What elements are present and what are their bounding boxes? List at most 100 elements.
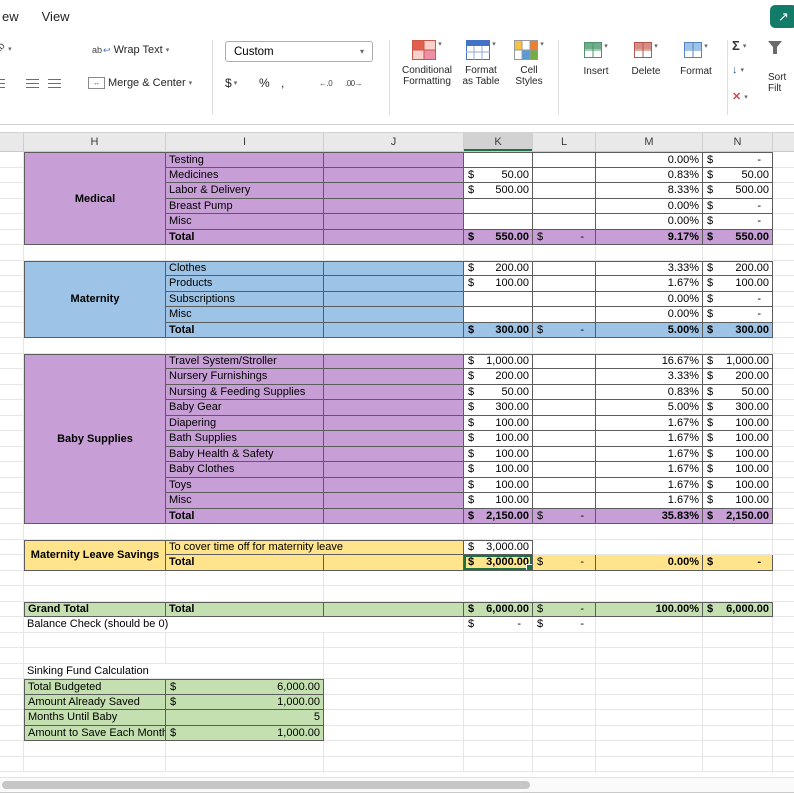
section-header[interactable]: Baby Supplies xyxy=(24,353,166,524)
cell[interactable]: $ - xyxy=(533,322,596,338)
cell[interactable]: Travel System/Stroller xyxy=(166,353,324,369)
cell[interactable] xyxy=(166,570,324,586)
cell[interactable] xyxy=(773,307,794,323)
cell[interactable]: $ - xyxy=(703,307,773,323)
cell[interactable] xyxy=(703,741,773,757)
cell[interactable] xyxy=(0,524,24,540)
cell[interactable] xyxy=(324,446,464,462)
cell[interactable] xyxy=(773,586,794,602)
cell[interactable] xyxy=(324,353,464,369)
cell[interactable] xyxy=(0,167,24,183)
cell[interactable]: Diapering xyxy=(166,415,324,431)
cell[interactable] xyxy=(533,570,596,586)
cell[interactable] xyxy=(324,384,464,400)
cell[interactable]: Baby Clothes xyxy=(166,462,324,478)
column-header-partial[interactable] xyxy=(0,133,24,151)
cell[interactable] xyxy=(533,260,596,276)
cell[interactable] xyxy=(773,291,794,307)
cell[interactable]: Total xyxy=(166,508,324,524)
cell[interactable] xyxy=(773,400,794,416)
cell[interactable]: 1.67% xyxy=(596,276,703,292)
cell[interactable]: $300.00 xyxy=(703,322,773,338)
cell[interactable] xyxy=(773,384,794,400)
cell[interactable] xyxy=(0,446,24,462)
cell[interactable] xyxy=(0,198,24,214)
cell[interactable]: $ - xyxy=(464,617,533,633)
cell[interactable] xyxy=(533,291,596,307)
cell[interactable] xyxy=(464,679,533,695)
cell[interactable] xyxy=(324,586,464,602)
clear-button[interactable]: ✕ ▾ xyxy=(732,90,748,103)
cell[interactable]: 0.83% xyxy=(596,384,703,400)
cell[interactable]: Misc xyxy=(166,307,324,323)
cell[interactable] xyxy=(533,198,596,214)
cell[interactable]: 100.00% xyxy=(596,601,703,617)
cell[interactable] xyxy=(324,415,464,431)
cell[interactable] xyxy=(0,415,24,431)
cell[interactable] xyxy=(773,694,794,710)
cell[interactable]: $ - xyxy=(533,555,596,571)
cell[interactable] xyxy=(24,570,166,586)
cell[interactable]: $ - xyxy=(533,229,596,245)
cell[interactable] xyxy=(773,648,794,664)
cell[interactable] xyxy=(533,431,596,447)
cell[interactable] xyxy=(533,167,596,183)
column-header-I[interactable]: I xyxy=(166,133,324,151)
cell[interactable] xyxy=(324,229,464,245)
cell[interactable] xyxy=(596,617,703,633)
cell[interactable] xyxy=(773,322,794,338)
cell[interactable] xyxy=(773,632,794,648)
cell[interactable]: $100.00 xyxy=(703,493,773,509)
cell[interactable]: $3,000.00 xyxy=(464,539,533,555)
cell[interactable]: Testing xyxy=(166,152,324,168)
cell[interactable] xyxy=(773,725,794,741)
cell[interactable]: Subscriptions xyxy=(166,291,324,307)
cell[interactable] xyxy=(533,462,596,478)
cell[interactable]: 0.00% xyxy=(596,152,703,168)
grand-total-label[interactable]: Grand Total xyxy=(24,601,166,617)
cell[interactable] xyxy=(773,167,794,183)
cell[interactable] xyxy=(324,570,464,586)
cell[interactable]: Breast Pump xyxy=(166,198,324,214)
cell[interactable] xyxy=(533,632,596,648)
format-button[interactable]: ▾ Format xyxy=(673,42,719,77)
conditional-formatting-button[interactable]: ▾ Conditional Formatting xyxy=(400,40,454,87)
cell[interactable]: $100.00 xyxy=(703,415,773,431)
cell[interactable] xyxy=(324,477,464,493)
orientation-button[interactable]: ab ▾ xyxy=(0,41,12,57)
cell[interactable] xyxy=(0,353,24,369)
cell[interactable] xyxy=(596,539,703,555)
cell[interactable]: 5 xyxy=(166,710,324,726)
cell[interactable] xyxy=(0,663,24,679)
cell[interactable] xyxy=(324,493,464,509)
cell[interactable]: 1.67% xyxy=(596,415,703,431)
cell[interactable] xyxy=(533,663,596,679)
cell[interactable] xyxy=(324,338,464,354)
cell[interactable] xyxy=(464,570,533,586)
cell[interactable] xyxy=(703,245,773,261)
delete-button[interactable]: ▾ Delete xyxy=(623,42,669,77)
cell[interactable] xyxy=(464,307,533,323)
cell[interactable] xyxy=(324,322,464,338)
cell[interactable] xyxy=(0,400,24,416)
cell[interactable] xyxy=(533,741,596,757)
cell[interactable] xyxy=(324,462,464,478)
cell[interactable] xyxy=(464,245,533,261)
cell[interactable] xyxy=(464,725,533,741)
cell[interactable] xyxy=(464,710,533,726)
cell[interactable]: $100.00 xyxy=(464,446,533,462)
cell[interactable]: Total xyxy=(166,322,324,338)
cell[interactable] xyxy=(24,586,166,602)
cell[interactable] xyxy=(324,679,464,695)
cell[interactable] xyxy=(596,586,703,602)
cell[interactable] xyxy=(703,338,773,354)
cell[interactable] xyxy=(324,648,464,664)
cell[interactable]: Clothes xyxy=(166,260,324,276)
section-header[interactable]: Maternity xyxy=(24,260,166,338)
cell[interactable] xyxy=(324,431,464,447)
cell[interactable] xyxy=(703,586,773,602)
cell[interactable]: Total xyxy=(166,601,324,617)
cell[interactable] xyxy=(773,276,794,292)
cell[interactable] xyxy=(773,431,794,447)
cell[interactable]: 16.67% xyxy=(596,353,703,369)
